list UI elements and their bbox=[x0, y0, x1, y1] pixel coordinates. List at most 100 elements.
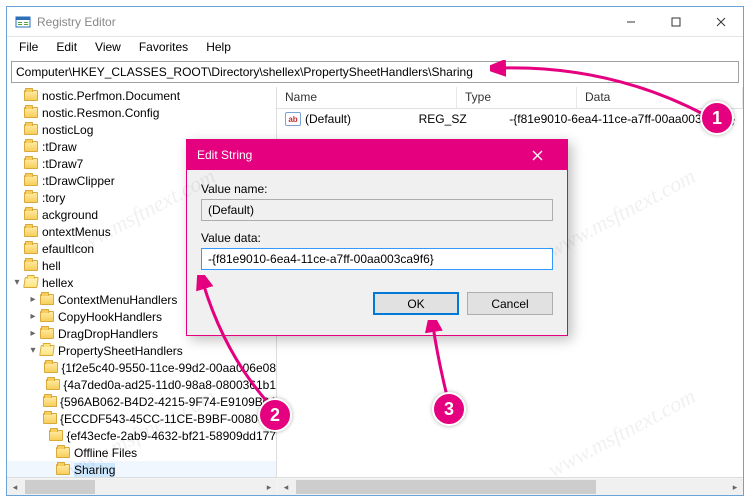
folder-icon bbox=[23, 208, 39, 222]
tree-item-label: nostic.Resmon.Config bbox=[42, 106, 159, 120]
string-value-icon: ab bbox=[285, 112, 301, 126]
tree-item[interactable]: nosticLog bbox=[7, 121, 276, 138]
tree-item-label: :tDraw bbox=[42, 140, 77, 154]
scroll-thumb[interactable] bbox=[25, 480, 95, 494]
value-name-label: Value name: bbox=[201, 182, 553, 196]
tree-item-label: ackground bbox=[42, 208, 98, 222]
tree-item[interactable]: {4a7ded0a-ad25-11d0-98a8-0800361b1 bbox=[7, 376, 276, 393]
folder-icon bbox=[23, 276, 39, 290]
value-data-field[interactable] bbox=[201, 248, 553, 270]
folder-icon bbox=[23, 106, 39, 120]
tree-item-label: Offline Files bbox=[74, 446, 137, 460]
edit-string-dialog: Edit String Value name: Value data: OK C… bbox=[186, 139, 568, 336]
folder-icon bbox=[23, 191, 39, 205]
tree-item-label: nostic.Perfmon.Document bbox=[42, 89, 180, 103]
menu-file[interactable]: File bbox=[11, 38, 46, 56]
minimize-button[interactable] bbox=[608, 7, 653, 36]
tree-item[interactable]: nostic.Resmon.Config bbox=[7, 104, 276, 121]
dialog-title-text: Edit String bbox=[197, 148, 517, 162]
titlebar: Registry Editor bbox=[7, 7, 743, 37]
chevron-down-icon[interactable]: ▾ bbox=[27, 345, 39, 356]
tree-item[interactable]: Offline Files bbox=[7, 444, 276, 461]
folder-icon bbox=[23, 157, 39, 171]
tree-item-label: CopyHookHandlers bbox=[58, 310, 162, 324]
tree-item-label: ontextMenus bbox=[42, 225, 111, 239]
folder-icon bbox=[44, 361, 58, 375]
tree-item-label: {596AB062-B4D2-4215-9F74-E9109B0A bbox=[60, 395, 277, 409]
tree-item[interactable]: ▾ PropertySheetHandlers bbox=[7, 342, 276, 359]
menu-edit[interactable]: Edit bbox=[48, 38, 85, 56]
ok-button[interactable]: OK bbox=[373, 292, 459, 315]
menubar: File Edit View Favorites Help bbox=[7, 37, 743, 57]
chevron-right-icon[interactable]: ▸ bbox=[27, 294, 39, 305]
tree-item-label: DragDropHandlers bbox=[58, 327, 158, 341]
scroll-left-icon[interactable]: ◂ bbox=[7, 479, 23, 495]
dialog-buttons: OK Cancel bbox=[187, 292, 567, 327]
list-rows: ab(Default)REG_SZ-{f81e9010-6ea4-11ce-a7… bbox=[277, 109, 743, 129]
tree-item[interactable]: {ECCDF543-45CC-11CE-B9BF-0080C87 bbox=[7, 410, 276, 427]
folder-icon bbox=[49, 429, 63, 443]
list-row[interactable]: ab(Default)REG_SZ-{f81e9010-6ea4-11ce-a7… bbox=[277, 109, 743, 129]
dialog-close-button[interactable] bbox=[517, 141, 557, 169]
scroll-right-icon[interactable]: ▸ bbox=[727, 479, 743, 495]
tree-item-label: :tDrawClipper bbox=[42, 174, 115, 188]
folder-icon bbox=[23, 225, 39, 239]
cell-type: REG_SZ bbox=[411, 112, 502, 126]
tree-item-label: nosticLog bbox=[42, 123, 93, 137]
folder-icon bbox=[39, 293, 55, 307]
menu-view[interactable]: View bbox=[87, 38, 129, 56]
annotation-bubble-3: 3 bbox=[432, 392, 466, 426]
folder-icon bbox=[46, 378, 60, 392]
folder-icon bbox=[23, 89, 39, 103]
tree-item-label: {ef43ecfe-2ab9-4632-bf21-58909dd177 bbox=[66, 429, 276, 443]
dialog-titlebar[interactable]: Edit String bbox=[187, 140, 567, 170]
chevron-right-icon[interactable]: ▸ bbox=[27, 328, 39, 339]
chevron-down-icon[interactable]: ▾ bbox=[11, 277, 23, 288]
value-data-label: Value data: bbox=[201, 231, 553, 245]
tree-scrollbar-h[interactable]: ◂ ▸ bbox=[7, 479, 277, 495]
tree-item-label: {1f2e5c40-9550-11ce-99d2-00aa006e08 bbox=[61, 361, 276, 375]
cell-name: ab(Default) bbox=[277, 112, 411, 126]
folder-icon bbox=[39, 344, 55, 358]
tree-item-label: hellex bbox=[42, 276, 73, 290]
address-text: Computer\HKEY_CLASSES_ROOT\Directory\she… bbox=[16, 65, 473, 79]
col-type[interactable]: Type bbox=[457, 87, 577, 108]
col-name[interactable]: Name bbox=[277, 87, 457, 108]
list-scrollbar-h[interactable]: ◂ ▸ bbox=[278, 479, 743, 495]
folder-icon bbox=[39, 327, 55, 341]
tree-item-label: PropertySheetHandlers bbox=[58, 344, 183, 358]
folder-icon bbox=[23, 242, 39, 256]
statusbar: ◂ ▸ ◂ ▸ bbox=[7, 477, 743, 495]
app-icon bbox=[15, 14, 31, 30]
annotation-bubble-1: 1 bbox=[700, 101, 734, 135]
folder-icon bbox=[23, 259, 39, 273]
folder-icon bbox=[55, 446, 71, 460]
tree-item[interactable]: {1f2e5c40-9550-11ce-99d2-00aa006e08 bbox=[7, 359, 276, 376]
menu-favorites[interactable]: Favorites bbox=[131, 38, 196, 56]
window-controls bbox=[608, 7, 743, 36]
list-header: Name Type Data bbox=[277, 87, 743, 109]
folder-icon bbox=[23, 174, 39, 188]
tree-item[interactable]: {ef43ecfe-2ab9-4632-bf21-58909dd177 bbox=[7, 427, 276, 444]
tree-item[interactable]: {596AB062-B4D2-4215-9F74-E9109B0A bbox=[7, 393, 276, 410]
folder-icon bbox=[55, 463, 71, 477]
chevron-right-icon[interactable]: ▸ bbox=[27, 311, 39, 322]
scroll-left-icon[interactable]: ◂ bbox=[278, 479, 294, 495]
tree-item[interactable]: nostic.Perfmon.Document bbox=[7, 87, 276, 104]
folder-icon bbox=[23, 123, 39, 137]
cancel-button[interactable]: Cancel bbox=[467, 292, 553, 315]
maximize-button[interactable] bbox=[653, 7, 698, 36]
tree-item-label: efaultIcon bbox=[42, 242, 94, 256]
tree-item-label: Sharing bbox=[74, 463, 115, 477]
scroll-thumb[interactable] bbox=[296, 480, 596, 494]
menu-help[interactable]: Help bbox=[198, 38, 239, 56]
tree-item[interactable]: Sharing bbox=[7, 461, 276, 477]
folder-icon bbox=[23, 140, 39, 154]
scroll-right-icon[interactable]: ▸ bbox=[261, 479, 277, 495]
address-bar[interactable]: Computer\HKEY_CLASSES_ROOT\Directory\she… bbox=[11, 61, 739, 83]
close-button[interactable] bbox=[698, 7, 743, 36]
tree-item-label: :tory bbox=[42, 191, 65, 205]
tree-item-label: ContextMenuHandlers bbox=[58, 293, 177, 307]
folder-icon bbox=[39, 310, 55, 324]
window-title: Registry Editor bbox=[37, 15, 608, 29]
